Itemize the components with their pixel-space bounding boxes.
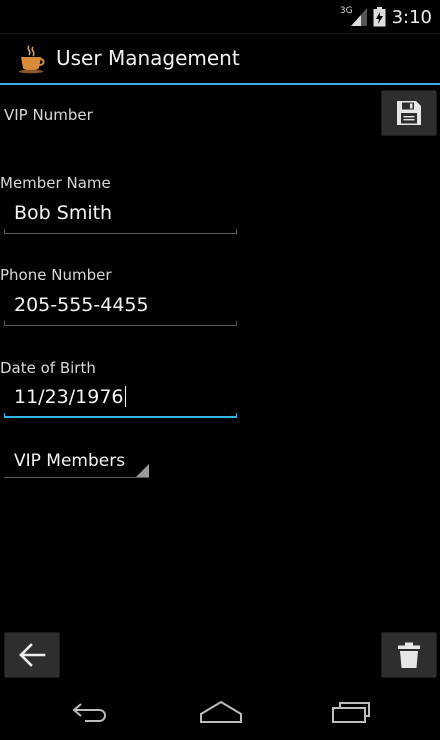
- member-name-field[interactable]: Bob Smith: [4, 196, 237, 236]
- phone-number-field[interactable]: 205-555-4455: [4, 288, 237, 328]
- membership-spinner-value: VIP Members: [14, 451, 126, 471]
- navigation-bar: [0, 686, 440, 740]
- save-button[interactable]: [381, 90, 437, 136]
- action-bar-divider: [0, 83, 440, 85]
- delete-button[interactable]: [381, 632, 437, 678]
- coffee-cup-icon: [19, 45, 45, 74]
- nav-back-button[interactable]: [56, 694, 126, 730]
- nav-recents-button[interactable]: [316, 694, 386, 730]
- signal-icon: [350, 8, 367, 26]
- phone-number-label: Phone Number: [0, 266, 112, 284]
- battery-charging-icon: [373, 7, 386, 27]
- nav-back-icon: [72, 703, 106, 722]
- member-name-value: Bob Smith: [14, 202, 113, 224]
- nav-home-icon: [200, 700, 242, 723]
- status-indicators: 3G 3:10: [332, 5, 432, 29]
- action-bar: User Management: [0, 34, 440, 85]
- date-of-birth-field[interactable]: 11/23/1976: [4, 380, 237, 420]
- date-of-birth-label: Date of Birth: [0, 359, 96, 377]
- date-of-birth-value: 11/23/1976: [14, 386, 124, 408]
- phone-number-value: 205-555-4455: [14, 294, 149, 316]
- nav-recents-icon: [332, 702, 370, 723]
- network-type-label: 3G: [339, 6, 353, 16]
- membership-spinner[interactable]: VIP Members: [4, 440, 149, 478]
- status-clock: 3:10: [391, 6, 432, 28]
- text-cursor: [124, 386, 126, 407]
- status-bar: 3G 3:10: [0, 0, 440, 34]
- floppy-disk-icon: [397, 101, 421, 125]
- back-button[interactable]: [4, 632, 60, 678]
- trash-icon: [398, 642, 420, 668]
- spinner-dropdown-indicator-icon: [136, 464, 149, 477]
- vip-number-label: VIP Number: [4, 106, 93, 124]
- app-title: User Management: [56, 46, 240, 70]
- arrow-left-icon: [19, 643, 46, 667]
- member-name-label: Member Name: [0, 174, 111, 192]
- nav-home-button[interactable]: [186, 694, 256, 730]
